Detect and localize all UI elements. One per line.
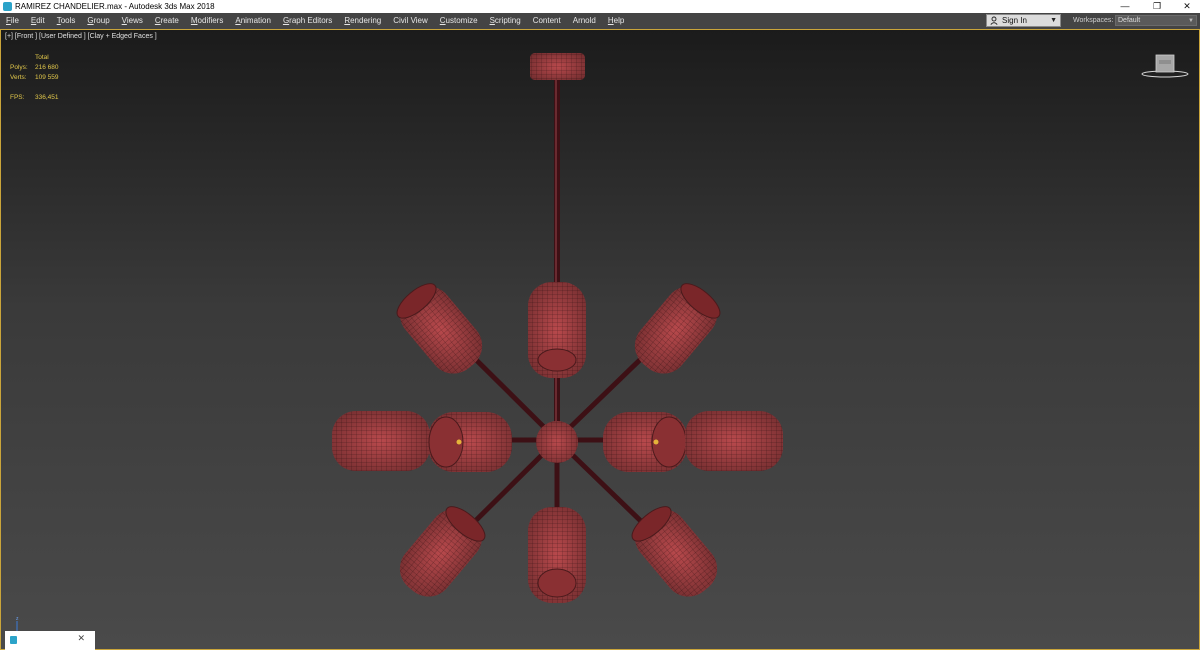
verts-label: Verts: <box>10 74 27 81</box>
shade-bottom-right <box>631 506 718 597</box>
menu-item-animation[interactable]: Animation <box>229 13 277 29</box>
workspaces-value: Default <box>1118 17 1141 24</box>
menu-item-views[interactable]: Views <box>116 13 149 29</box>
menu-item-content[interactable]: Content <box>527 13 567 29</box>
sign-in-label: Sign In <box>1002 16 1027 25</box>
shade-inner-left <box>428 412 512 472</box>
minimize-icon[interactable]: — <box>1110 0 1140 13</box>
app-icon[interactable] <box>3 2 12 11</box>
maxscript-icon[interactable] <box>10 636 17 644</box>
menu-item-label: ustomize <box>445 16 478 25</box>
menu-items: File Edit Tools Group Views Create Modifiers An… <box>0 13 630 29</box>
center-hub <box>536 421 578 463</box>
polys-label: Polys: <box>10 64 28 71</box>
maxscript-mini-listener[interactable]: ✕ <box>5 631 95 650</box>
menu-item-label: elp <box>613 16 625 25</box>
menu-item-scripting[interactable]: Scripting <box>484 13 527 29</box>
chevron-down-icon: ▼ <box>1188 18 1194 24</box>
menu-item-create[interactable]: Create <box>149 13 185 29</box>
menu-item-help[interactable]: Help <box>602 13 630 29</box>
close-icon[interactable]: ✕ <box>1172 0 1200 13</box>
shade-far-right <box>685 411 783 471</box>
stats-header: Total <box>35 54 49 61</box>
menu-item-label: dit <box>36 16 45 25</box>
bulb-right <box>653 439 659 445</box>
menu-item-label: reate <box>160 16 179 25</box>
sign-in-button[interactable]: Sign In ▼ <box>986 14 1061 27</box>
user-icon <box>990 16 998 25</box>
window-title: RAMIREZ CHANDELIER.max - Autodesk 3ds Ma… <box>15 2 215 11</box>
verts-value: 109 559 <box>35 74 59 81</box>
axis-z-label: z <box>16 616 19 622</box>
menu-item-label: ile <box>10 16 19 25</box>
viewport-statistics: Total Polys: 216 680 Verts: 109 559 FPS: 33… <box>10 53 100 103</box>
menu-item-rendering[interactable]: Rendering <box>338 13 387 29</box>
workspaces-label: Workspaces: <box>1073 17 1114 24</box>
polys-value: 216 680 <box>35 64 59 71</box>
restore-icon[interactable]: ❐ <box>1142 0 1172 13</box>
shade-top-left <box>396 283 483 374</box>
menu-item-label: odifiers <box>197 16 224 25</box>
shade-bottom-left <box>399 506 486 597</box>
menu-item-tools[interactable]: Tools <box>51 13 82 29</box>
menu-item-file[interactable]: File <box>0 13 25 29</box>
menu-item-label: raph Editors <box>289 16 333 25</box>
viewport-label[interactable]: [+] [Front ] [User Defined ] [Clay + Edg… <box>5 33 157 40</box>
menu-item-graph-editors[interactable]: Graph Editors <box>277 13 338 29</box>
menu-item-label: cripting <box>494 16 521 25</box>
menu-item-group[interactable]: Group <box>81 13 115 29</box>
menu-item-label: iews <box>126 16 143 25</box>
fps-value: 336,451 <box>35 94 59 101</box>
menu-item-label: ools <box>60 16 76 25</box>
menu-item-label: Content <box>532 16 561 25</box>
shade-far-left <box>332 411 430 471</box>
workspaces-select[interactable]: Default ▼ <box>1115 15 1197 26</box>
menu-item-customize[interactable]: Customize <box>434 13 484 29</box>
menu-item-modifiers[interactable]: Modifiers <box>185 13 229 29</box>
shade-top-center <box>528 282 586 378</box>
close-listener-icon[interactable]: ✕ <box>77 633 85 644</box>
fps-label: FPS: <box>10 94 25 101</box>
menu-item-civil-view[interactable]: Civil View <box>387 13 434 29</box>
menu-item-label: nimation <box>240 16 271 25</box>
ceiling-canopy <box>530 53 585 80</box>
menu-item-label: roup <box>93 16 110 25</box>
shade-inner-right <box>603 412 687 472</box>
bulb-left <box>456 439 462 445</box>
menu-item-edit[interactable]: Edit <box>25 13 51 29</box>
menu-item-label: Civil View <box>393 16 428 25</box>
menu-item-accelerator: M <box>190 16 198 25</box>
viewcube-icon[interactable] <box>1141 52 1189 80</box>
title-bar: RAMIREZ CHANDELIER.max - Autodesk 3ds Ma… <box>0 0 1200 13</box>
shade-bottom-center <box>528 507 586 603</box>
menu-item-arnold[interactable]: Arnold <box>567 13 602 29</box>
chandelier-model <box>332 53 783 603</box>
menu-item-label: endering <box>350 16 382 25</box>
sign-in-caret-icon: ▼ <box>1050 17 1057 24</box>
shade-top-right <box>634 283 721 374</box>
perspective-viewport[interactable]: [+] [Front ] [User Defined ] [Clay + Edg… <box>0 29 1200 650</box>
menu-item-label: Arnold <box>572 16 596 25</box>
